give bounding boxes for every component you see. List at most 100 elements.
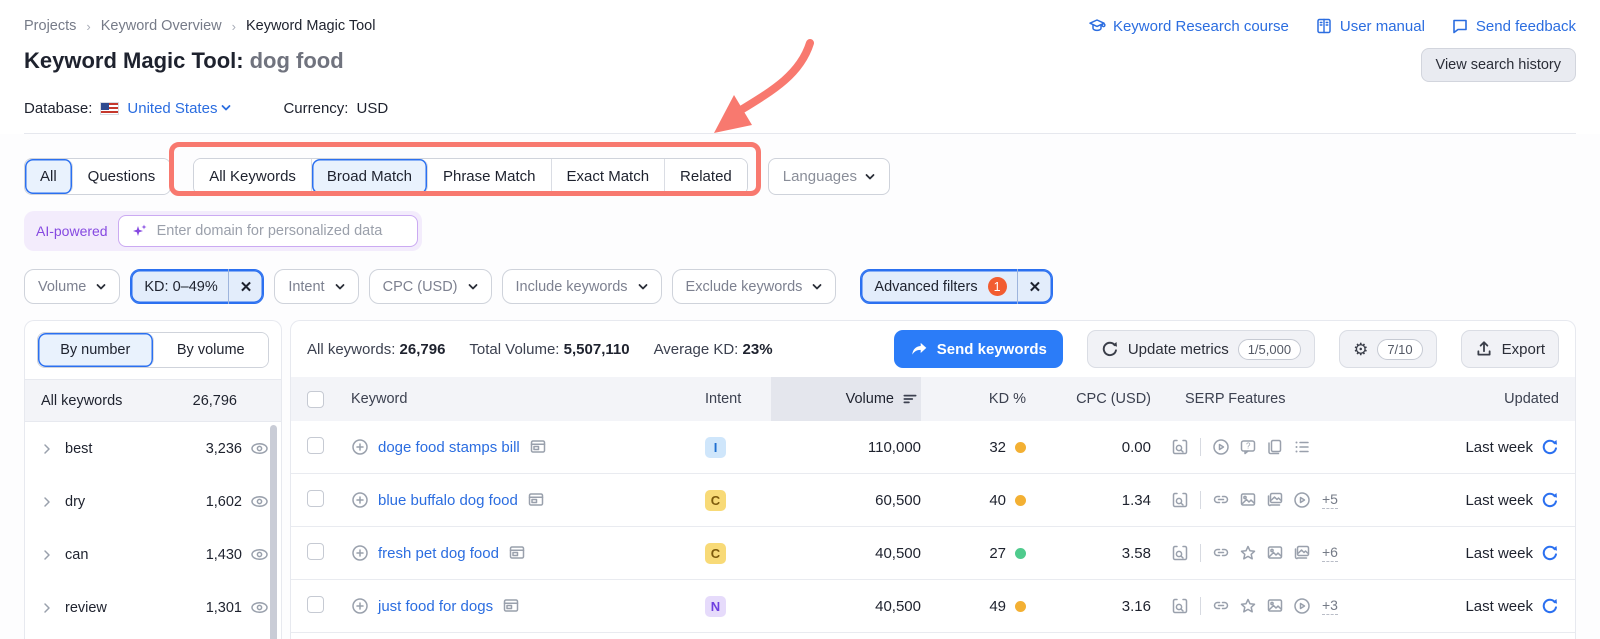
col-serp-features[interactable]: SERP Features (1151, 391, 1451, 407)
tab-exact-match[interactable]: Exact Match (551, 159, 666, 194)
keyword-research-course-link[interactable]: Keyword Research course (1088, 17, 1289, 35)
sidebar-group-best[interactable]: best 3,236 (25, 422, 281, 475)
group-count: 1,602 (205, 493, 242, 510)
serp-snapshot-icon[interactable] (1171, 491, 1189, 509)
user-manual-link[interactable]: User manual (1315, 17, 1425, 35)
image-pack-icon[interactable] (1293, 544, 1311, 562)
kd-filter-active[interactable]: KD: 0–49% ✕ (130, 269, 265, 304)
export-button[interactable]: Export (1460, 330, 1559, 368)
more-serp-features[interactable]: +3 (1322, 597, 1338, 615)
add-to-list-icon[interactable] (351, 544, 369, 562)
add-to-list-icon[interactable] (351, 597, 369, 615)
serp-preview-icon[interactable] (508, 544, 526, 562)
add-to-list-icon[interactable] (351, 438, 369, 456)
link-icon[interactable] (1212, 597, 1230, 615)
sidebar-scrollbar[interactable] (270, 425, 277, 639)
eye-icon[interactable] (250, 439, 269, 458)
review-star-icon[interactable] (1239, 544, 1257, 562)
serp-snapshot-icon[interactable] (1171, 438, 1189, 456)
video-icon[interactable] (1293, 491, 1311, 509)
refresh-metrics-icon[interactable] (1541, 544, 1559, 562)
chevron-down-icon (638, 283, 647, 289)
add-to-list-icon[interactable] (351, 491, 369, 509)
more-serp-features[interactable]: +6 (1322, 544, 1338, 562)
tab-all[interactable]: All (25, 159, 73, 194)
image-icon[interactable] (1266, 544, 1284, 562)
sidebar-group-can[interactable]: can 1,430 (25, 528, 281, 581)
send-keywords-button[interactable]: Send keywords (893, 330, 1063, 368)
link-icon[interactable] (1212, 544, 1230, 562)
serp-snapshot-icon[interactable] (1171, 544, 1189, 562)
keyword-link[interactable]: doge food stamps bill (378, 439, 520, 456)
tab-by-number[interactable]: By number (38, 333, 154, 367)
eye-icon[interactable] (250, 545, 269, 564)
more-serp-features[interactable]: +5 (1322, 491, 1338, 509)
breadcrumb-keyword-overview[interactable]: Keyword Overview (101, 18, 222, 34)
eye-icon[interactable] (250, 492, 269, 511)
sidebar-group-dry[interactable]: dry 1,602 (25, 475, 281, 528)
serp-snapshot-icon[interactable] (1171, 597, 1189, 615)
advanced-filters-active[interactable]: Advanced filters 1 ✕ (860, 269, 1054, 304)
table-header-row: Keyword Intent Volume KD % CPC (USD) SER… (291, 377, 1575, 421)
refresh-metrics-icon[interactable] (1541, 491, 1559, 509)
row-checkbox[interactable] (307, 595, 324, 613)
sparkles-icon (132, 224, 147, 236)
keyword-link[interactable]: just food for dogs (378, 598, 493, 615)
organic-results-icon[interactable] (1293, 438, 1311, 456)
chevron-right-icon (44, 496, 50, 507)
cpc-filter[interactable]: CPC (USD) (368, 269, 492, 304)
refresh-metrics-icon[interactable] (1541, 597, 1559, 615)
content-area: By number By volume All keywords 26,796 … (0, 320, 1600, 639)
image-icon[interactable] (1239, 491, 1257, 509)
breadcrumb-projects[interactable]: Projects (24, 18, 76, 34)
col-intent[interactable]: Intent (681, 391, 771, 407)
serp-preview-icon[interactable] (527, 491, 545, 509)
keyword-link[interactable]: blue buffalo dog food (378, 492, 518, 509)
intent-filter[interactable]: Intent (274, 269, 359, 304)
refresh-metrics-icon[interactable] (1541, 438, 1559, 456)
tab-by-volume[interactable]: By volume (153, 333, 268, 367)
col-volume-sorted[interactable]: Volume (771, 377, 921, 421)
tab-broad-match[interactable]: Broad Match (311, 159, 428, 194)
sidebar-all-keywords-row[interactable]: All keywords 26,796 (25, 380, 281, 422)
review-star-icon[interactable] (1239, 597, 1257, 615)
tab-questions[interactable]: Questions (72, 159, 171, 194)
image-pack-icon[interactable] (1266, 491, 1284, 509)
include-keywords-filter[interactable]: Include keywords (501, 269, 662, 304)
tab-all-keywords[interactable]: All Keywords (194, 159, 312, 194)
domain-input[interactable] (156, 223, 405, 239)
row-checkbox[interactable] (307, 542, 324, 560)
keyword-link[interactable]: fresh pet dog food (378, 545, 499, 562)
col-keyword[interactable]: Keyword (351, 391, 681, 407)
table-settings-button[interactable]: ⚙ 7/10 (1339, 330, 1437, 368)
sidebar-group-review[interactable]: review 1,301 (25, 581, 281, 634)
all-keywords-count: 26,796 (192, 392, 237, 409)
kd-filter-clear-icon[interactable]: ✕ (227, 269, 264, 304)
database-selector[interactable]: United States (127, 100, 231, 117)
col-kd[interactable]: KD % (921, 391, 1026, 407)
link-icon[interactable] (1212, 491, 1230, 509)
col-updated[interactable]: Updated (1451, 391, 1559, 407)
eye-icon[interactable] (250, 598, 269, 617)
video-icon[interactable] (1212, 438, 1230, 456)
volume-filter[interactable]: Volume (24, 269, 121, 304)
video-icon[interactable] (1293, 597, 1311, 615)
languages-dropdown[interactable]: Languages (767, 158, 890, 195)
update-metrics-button[interactable]: Update metrics 1/5,000 (1086, 330, 1316, 368)
view-search-history-button[interactable]: View search history (1420, 48, 1576, 82)
tab-related[interactable]: Related (665, 159, 747, 194)
ai-powered-badge: AI-powered (36, 223, 108, 239)
send-feedback-link[interactable]: Send feedback (1451, 17, 1576, 35)
sitelinks-icon[interactable] (1266, 438, 1284, 456)
people-also-ask-icon[interactable]: ? (1239, 438, 1257, 456)
row-checkbox[interactable] (307, 489, 324, 507)
advanced-filters-clear-icon[interactable]: ✕ (1016, 269, 1053, 304)
col-cpc[interactable]: CPC (USD) (1026, 391, 1151, 407)
select-all-checkbox[interactable] (307, 390, 324, 408)
exclude-keywords-filter[interactable]: Exclude keywords (671, 269, 837, 304)
image-icon[interactable] (1266, 597, 1284, 615)
serp-preview-icon[interactable] (502, 597, 520, 615)
row-checkbox[interactable] (307, 436, 324, 454)
serp-preview-icon[interactable] (529, 438, 547, 456)
tab-phrase-match[interactable]: Phrase Match (427, 159, 552, 194)
